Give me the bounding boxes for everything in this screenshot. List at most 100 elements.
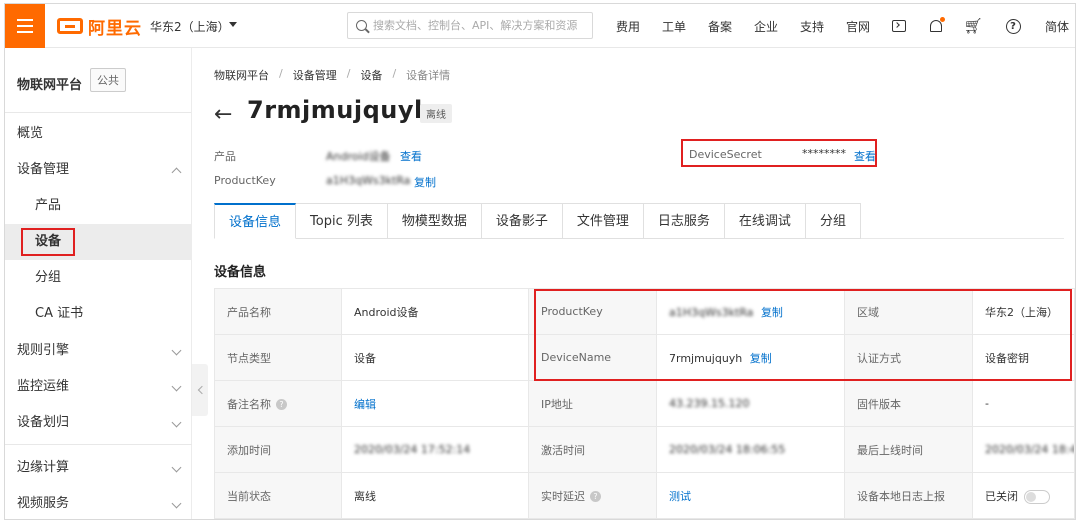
devicename-copy-link[interactable]: 复制: [750, 352, 772, 365]
breadcrumb-device[interactable]: 设备: [360, 67, 382, 83]
tab-group[interactable]: 分组: [805, 203, 861, 239]
productkey-cell: a1H3qWs3ktRa 复制: [656, 288, 845, 335]
tab-topic-list[interactable]: Topic 列表: [296, 203, 388, 239]
question-icon[interactable]: ?: [590, 491, 601, 502]
ip-address-label: IP地址: [528, 380, 657, 427]
cart-button[interactable]: 🛒︎: [963, 16, 983, 36]
local-log-value: 已关闭: [985, 489, 1018, 503]
latency-test-cell: 测试: [656, 472, 845, 519]
sidebar-item-label: 设备管理: [17, 162, 70, 177]
sidebar-item-device-management[interactable]: 设备管理: [5, 152, 192, 188]
region-selector[interactable]: 华东2（上海）: [150, 18, 230, 35]
breadcrumb-iot-platform[interactable]: 物联网平台: [214, 67, 269, 83]
tab-online-debug[interactable]: 在线调试: [724, 203, 806, 239]
sidebar-item-label: 产品: [35, 198, 62, 213]
terminal-icon: [892, 20, 906, 32]
page-title: 7rmjmujquyh: [247, 96, 432, 124]
nav-icp[interactable]: 备案: [708, 18, 732, 35]
breadcrumb-device-management[interactable]: 设备管理: [293, 67, 337, 83]
added-time-cell: 2020/03/24 17:52:14: [341, 426, 529, 473]
caret-down-icon[interactable]: [229, 22, 237, 27]
help-button[interactable]: ?: [1003, 16, 1023, 36]
nav-billing[interactable]: 费用: [616, 18, 640, 35]
ip-address-cell: 43.239.15.120: [656, 380, 845, 427]
product-view-link[interactable]: 查看: [400, 148, 422, 164]
menu-icon[interactable]: [5, 4, 45, 48]
tab-file-management[interactable]: 文件管理: [562, 203, 644, 239]
main-content: 物联网平台 / 设备管理 / 设备 / 设备详情 ← 7rmjmujquyh 离线 产…: [192, 48, 1075, 519]
notification-dot: [940, 17, 945, 22]
table-row: 节点类型 设备 DeviceName 7rmjmujquyh 复制 认证方式 设…: [214, 334, 1075, 381]
tab-device-info[interactable]: 设备信息: [214, 203, 297, 239]
devicesecret-value: ********: [802, 147, 846, 160]
help-icon: ?: [1005, 18, 1021, 34]
sidebar-item-video-service[interactable]: 视频服务: [5, 486, 192, 519]
chevron-down-icon: [171, 462, 182, 473]
breadcrumb: 物联网平台 / 设备管理 / 设备 / 设备详情: [214, 67, 451, 83]
sidebar-item-monitoring[interactable]: 监控运维: [5, 369, 192, 405]
remark-cell: 编辑: [341, 380, 529, 427]
product-label: 产品: [214, 150, 236, 163]
nav-enterprise[interactable]: 企业: [754, 18, 778, 35]
latency-label: 实时延迟: [541, 489, 585, 503]
activated-time-value: 2020/03/24 18:06:55: [669, 443, 786, 456]
activated-time-cell: 2020/03/24 18:06:55: [656, 426, 845, 473]
cloud-shell-button[interactable]: [889, 16, 909, 36]
local-log-toggle[interactable]: [1024, 489, 1050, 504]
aliyun-logo[interactable]: 阿里云: [57, 15, 142, 39]
sidebar-item-overview[interactable]: 概览: [5, 116, 192, 152]
sidebar-item-label: 概览: [17, 126, 44, 141]
cart-icon: 🛒︎: [963, 17, 983, 35]
detail-tabs: 设备信息 Topic 列表 物模型数据 设备影子 文件管理 日志服务 在线调试 …: [214, 203, 1064, 239]
language-switch[interactable]: 简体: [1045, 18, 1069, 35]
table-row: 产品名称 Android设备 ProductKey a1H3qWs3ktRa 复…: [214, 288, 1075, 335]
productkey-copy-link[interactable]: 复制: [761, 306, 783, 319]
tab-log-service[interactable]: 日志服务: [643, 203, 725, 239]
top-bar: 阿里云 华东2（上海） 费用 工单 备案 企业 支持 官网 🛒︎ ? 简体: [5, 4, 1075, 48]
productkey-value: a1H3qWs3ktRa: [326, 174, 411, 187]
product-value: Android设备: [326, 150, 391, 163]
sidebar-item-device[interactable]: 设备: [5, 224, 192, 260]
auth-method-value: 设备密钥: [972, 334, 1075, 381]
sidebar-item-edge-computing[interactable]: 边缘计算: [5, 450, 192, 486]
sidebar-item-rule-engine[interactable]: 规则引擎: [5, 333, 192, 369]
sidebar-item-ca-cert[interactable]: CA 证书: [5, 296, 192, 332]
global-search[interactable]: [347, 12, 593, 39]
auth-method-label: 认证方式: [844, 334, 973, 381]
last-online-cell: 2020/03/24 18:47: [972, 426, 1075, 473]
tab-thing-model-data[interactable]: 物模型数据: [387, 203, 482, 239]
devicesecret-view-link[interactable]: 查看: [854, 148, 876, 164]
nav-ticket[interactable]: 工单: [662, 18, 686, 35]
nav-official-site[interactable]: 官网: [846, 18, 870, 35]
sidebar-item-label: 规则引擎: [17, 343, 70, 358]
section-title: 设备信息: [214, 265, 267, 280]
bell-icon: [930, 17, 945, 32]
back-arrow-icon[interactable]: ←: [214, 104, 232, 126]
latency-test-link[interactable]: 测试: [669, 490, 691, 503]
activated-time-label: 激活时间: [528, 426, 657, 473]
instance-badge[interactable]: 公共: [90, 68, 126, 92]
firmware-version-label: 固件版本: [844, 380, 973, 427]
devicename-value: 7rmjmujquyh: [669, 351, 743, 365]
nav-support[interactable]: 支持: [800, 18, 824, 35]
local-log-label: 设备本地日志上报: [844, 472, 973, 519]
sidebar-item-label: 监控运维: [17, 379, 70, 394]
remark-edit-link[interactable]: 编辑: [354, 398, 376, 411]
search-input[interactable]: [373, 19, 583, 32]
chevron-down-icon: [171, 417, 182, 428]
sidebar-item-label: 视频服务: [17, 496, 70, 511]
current-status-value: 离线: [341, 472, 529, 519]
sidebar-item-device-assignment[interactable]: 设备划归: [5, 405, 192, 441]
question-icon[interactable]: ?: [276, 399, 287, 410]
last-online-label: 最后上线时间: [844, 426, 973, 473]
productkey-copy-link[interactable]: 复制: [414, 174, 436, 190]
latency-cell: 实时延迟?: [528, 472, 657, 519]
divider: [5, 444, 192, 445]
sidebar-item-label: 分组: [35, 270, 62, 285]
notification-button[interactable]: [926, 16, 946, 36]
sidebar-item-group[interactable]: 分组: [5, 260, 192, 296]
tab-device-shadow[interactable]: 设备影子: [481, 203, 563, 239]
search-icon: [356, 20, 367, 31]
node-type-value: 设备: [341, 334, 529, 381]
sidebar-item-product[interactable]: 产品: [5, 188, 192, 224]
